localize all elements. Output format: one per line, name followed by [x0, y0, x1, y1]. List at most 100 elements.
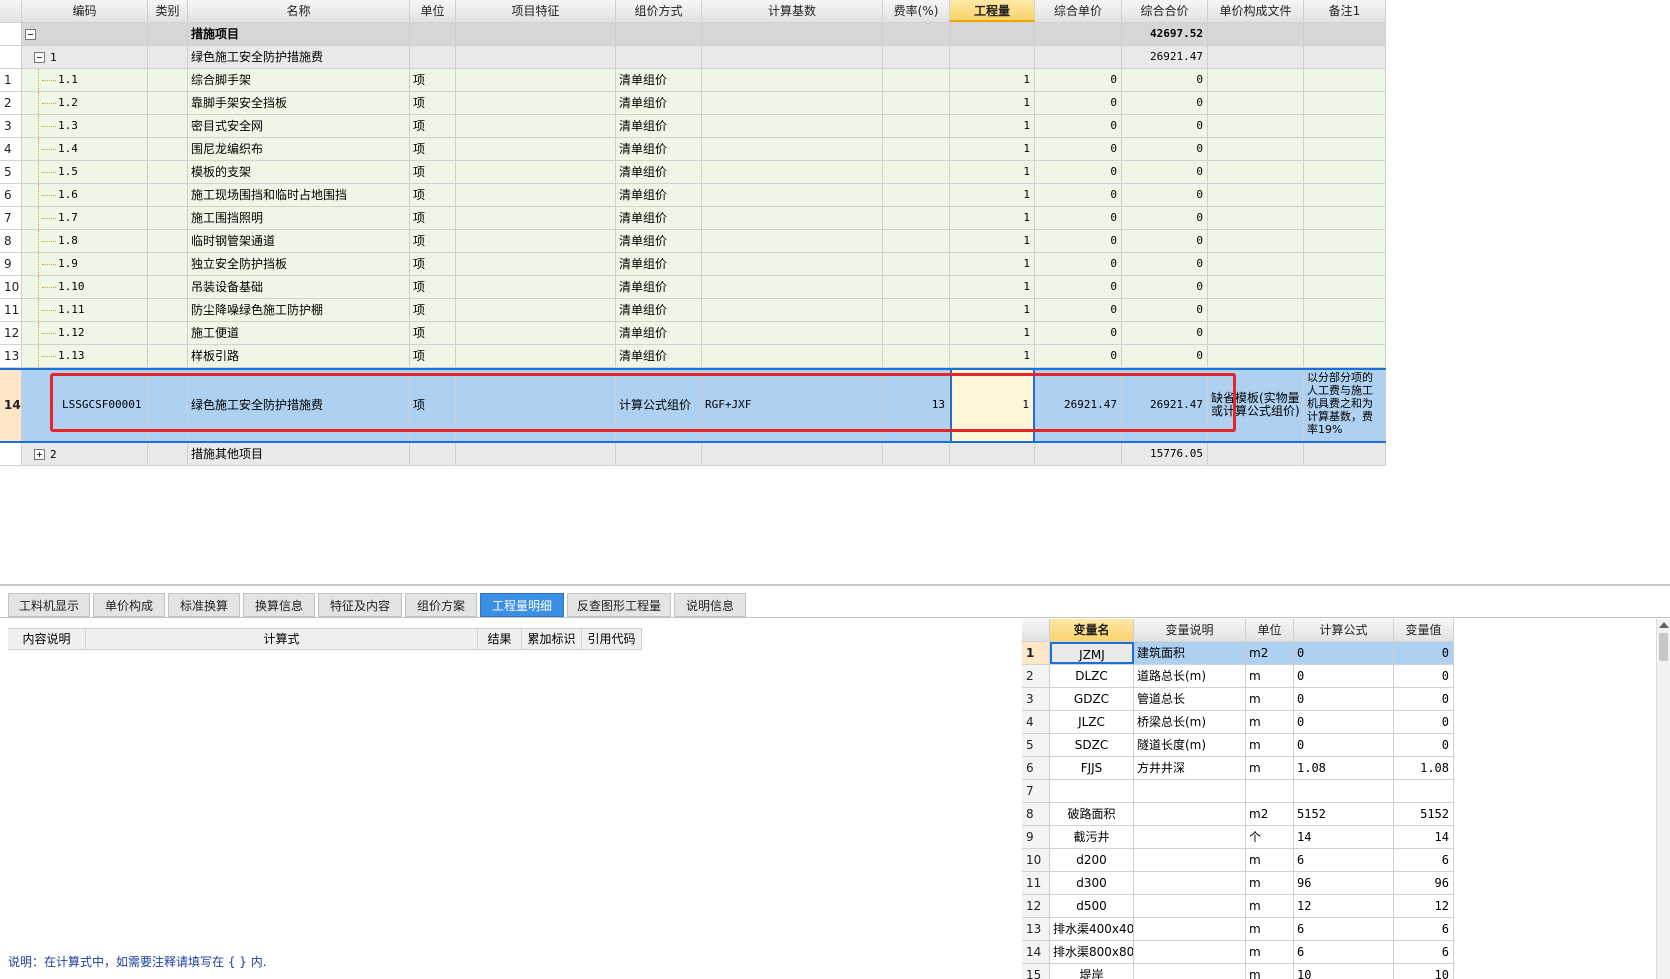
category-cell[interactable] — [148, 322, 188, 344]
column-header-calc-base[interactable]: 计算基数 — [702, 0, 883, 22]
var-desc-cell[interactable]: 桥梁总长(m) — [1134, 711, 1246, 733]
name-cell[interactable]: 独立安全防护挡板 — [188, 253, 410, 275]
variable-row[interactable]: 14 排水渠800x800 m 6 6 — [1022, 941, 1454, 964]
unit-cell[interactable]: 项 — [410, 276, 456, 298]
variable-row[interactable]: 5 SDZC 隧道长度(m) m 0 0 — [1022, 734, 1454, 757]
var-value-cell[interactable]: 6 — [1394, 918, 1454, 940]
quantity-cell[interactable]: 1 — [950, 115, 1035, 137]
total-price-cell[interactable]: 0 — [1122, 276, 1208, 298]
var-name-cell[interactable]: JZMJ — [1050, 642, 1134, 664]
code-cell[interactable]: 1.13 — [22, 345, 148, 367]
unit-price-cell[interactable]: 0 — [1035, 276, 1122, 298]
var-formula-cell[interactable]: 6 — [1294, 849, 1394, 871]
category-cell[interactable] — [148, 184, 188, 206]
tab-features-content[interactable]: 特征及内容 — [318, 593, 402, 617]
expand-icon[interactable] — [34, 449, 45, 460]
tab-pricing-plan[interactable]: 组价方案 — [405, 593, 477, 617]
category-cell[interactable] — [148, 276, 188, 298]
rate-cell[interactable] — [883, 276, 950, 298]
features-cell[interactable] — [456, 370, 616, 441]
variable-row[interactable]: 4 JLZC 桥梁总长(m) m 0 0 — [1022, 711, 1454, 734]
unit-cell[interactable]: 项 — [410, 370, 456, 441]
var-desc-cell[interactable] — [1134, 895, 1246, 917]
var-value-cell[interactable]: 6 — [1394, 941, 1454, 963]
var-value-cell[interactable]: 96 — [1394, 872, 1454, 894]
remark-cell[interactable] — [1304, 253, 1386, 275]
var-value-cell[interactable] — [1394, 780, 1454, 802]
quantity-cell[interactable]: 1 — [950, 276, 1035, 298]
var-formula-cell[interactable] — [1294, 780, 1394, 802]
template-cell[interactable] — [1208, 92, 1304, 114]
quantity-cell[interactable]: 1 — [950, 138, 1035, 160]
features-cell[interactable] — [456, 299, 616, 321]
unit-price-cell[interactable]: 0 — [1035, 138, 1122, 160]
code-cell[interactable]: 1.7 — [22, 207, 148, 229]
var-unit-cell[interactable]: m2 — [1246, 642, 1294, 664]
template-cell[interactable] — [1208, 138, 1304, 160]
name-cell[interactable]: 绿色施工安全防护措施费 — [188, 370, 410, 441]
base-cell[interactable] — [702, 276, 883, 298]
table-row[interactable]: 9 1.9 独立安全防护挡板项清单组价 1 0 0 — [0, 253, 1386, 276]
rate-cell[interactable] — [883, 92, 950, 114]
column-header-price-template[interactable]: 单价构成文件 — [1208, 0, 1304, 22]
base-cell[interactable]: RGF+JXF — [702, 370, 883, 441]
quantity-cell[interactable]: 1 — [950, 299, 1035, 321]
var-value-cell[interactable]: 0 — [1394, 665, 1454, 687]
remark-cell[interactable] — [1304, 184, 1386, 206]
unit-price-cell[interactable]: 0 — [1035, 322, 1122, 344]
template-cell[interactable] — [1208, 230, 1304, 252]
var-formula-cell[interactable]: 0 — [1294, 711, 1394, 733]
var-desc-cell[interactable]: 管道总长 — [1134, 688, 1246, 710]
unit-cell[interactable]: 项 — [410, 138, 456, 160]
name-cell[interactable]: 靠脚手架安全挡板 — [188, 92, 410, 114]
features-cell[interactable] — [456, 115, 616, 137]
tab-quantity-detail[interactable]: 工程量明细 — [480, 593, 564, 617]
unit-price-cell[interactable]: 26921.47 — [1035, 370, 1122, 441]
total-price-cell[interactable]: 0 — [1122, 207, 1208, 229]
table-row[interactable]: 5 1.5 模板的支架项清单组价 1 0 0 — [0, 161, 1386, 184]
method-cell[interactable]: 清单组价 — [616, 299, 702, 321]
var-unit-cell[interactable]: m — [1246, 757, 1294, 779]
features-cell[interactable] — [456, 161, 616, 183]
rate-cell[interactable] — [883, 161, 950, 183]
column-header-category[interactable]: 类别 — [148, 0, 188, 22]
variable-row[interactable]: 3 GDZC 管道总长 m 0 0 — [1022, 688, 1454, 711]
features-cell[interactable] — [456, 253, 616, 275]
var-desc-cell[interactable]: 隧道长度(m) — [1134, 734, 1246, 756]
quantity-cell[interactable]: 1 — [950, 253, 1035, 275]
remark-cell[interactable] — [1304, 207, 1386, 229]
base-cell[interactable] — [702, 253, 883, 275]
column-header-unit-price[interactable]: 综合单价 — [1035, 0, 1122, 22]
variable-row[interactable]: 7 — [1022, 780, 1454, 803]
var-formula-cell[interactable]: 0 — [1294, 688, 1394, 710]
unit-price-cell[interactable]: 0 — [1035, 207, 1122, 229]
unit-price-cell[interactable]: 0 — [1035, 184, 1122, 206]
remark-cell[interactable] — [1304, 69, 1386, 91]
var-desc-cell[interactable] — [1134, 964, 1246, 979]
category-cell[interactable] — [148, 230, 188, 252]
base-cell[interactable] — [702, 69, 883, 91]
column-header-rate[interactable]: 费率(%) — [883, 0, 950, 22]
name-cell[interactable]: 综合脚手架 — [188, 69, 410, 91]
var-desc-cell[interactable] — [1134, 941, 1246, 963]
rate-cell[interactable] — [883, 253, 950, 275]
var-desc-cell[interactable] — [1134, 918, 1246, 940]
template-cell[interactable]: 缺省模板(实物量或计算公式组价) — [1208, 370, 1304, 441]
template-cell[interactable] — [1208, 299, 1304, 321]
rate-cell[interactable] — [883, 69, 950, 91]
var-formula-cell[interactable]: 0 — [1294, 665, 1394, 687]
var-unit-cell[interactable]: m — [1246, 918, 1294, 940]
rate-cell[interactable] — [883, 115, 950, 137]
category-cell[interactable] — [148, 207, 188, 229]
base-cell[interactable] — [702, 184, 883, 206]
var-desc-cell[interactable] — [1134, 826, 1246, 848]
quantity-cell[interactable]: 1 — [950, 230, 1035, 252]
base-cell[interactable] — [702, 138, 883, 160]
unit-price-cell[interactable]: 0 — [1035, 345, 1122, 367]
column-header-var-value[interactable]: 变量值 — [1394, 619, 1454, 641]
collapse-icon[interactable] — [34, 52, 45, 63]
variable-row[interactable]: 11 d300 m 96 96 — [1022, 872, 1454, 895]
total-price-cell[interactable]: 0 — [1122, 299, 1208, 321]
name-cell[interactable]: 施工围挡照明 — [188, 207, 410, 229]
code-cell[interactable]: 1.6 — [22, 184, 148, 206]
